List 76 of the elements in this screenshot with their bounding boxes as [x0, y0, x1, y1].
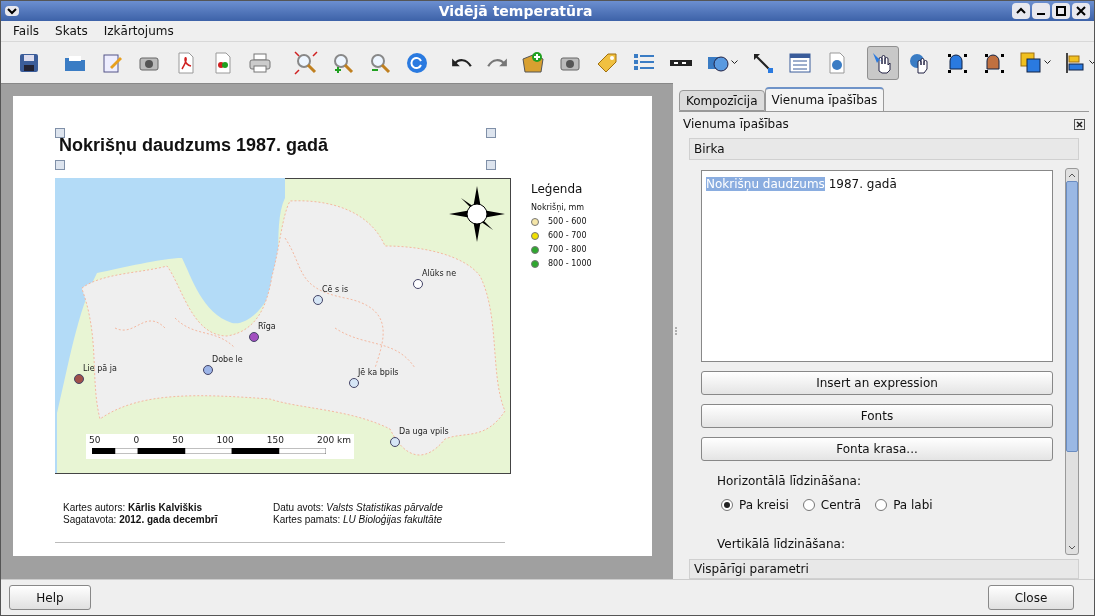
panel-button[interactable]: Insert an expression [701, 371, 1053, 395]
tag-icon [595, 50, 619, 75]
window-shade-icon[interactable] [1012, 3, 1030, 19]
raise-layers-icon [1019, 50, 1043, 75]
compass-rose-icon [449, 186, 505, 242]
radio-option[interactable]: Pa labi [875, 496, 933, 514]
credit-text: Datu avots: Valsts Statistikas pārvalde [273, 502, 444, 514]
window-title: Vidējā temperatūra [437, 1, 594, 21]
city-label: Dobe le [212, 356, 243, 364]
radio-button[interactable] [721, 499, 733, 511]
selection-handle[interactable] [55, 160, 65, 170]
city-label: Jē ka bpils [358, 369, 399, 377]
legend-label: 800 - 1000 [548, 257, 592, 270]
panel-tab[interactable]: Vienuma īpašības [764, 87, 885, 111]
close-icon[interactable] [1074, 118, 1085, 130]
credit-text: Kartes autors: Kārlis Kalviškis [63, 502, 203, 514]
city-label: Lie pā ja [83, 365, 117, 373]
table-icon [788, 50, 812, 75]
panel-button[interactable]: Fonta krasa... [701, 437, 1053, 461]
scale-label: 100 [216, 434, 234, 446]
dropdown-caret-icon [1089, 60, 1094, 65]
printer-icon [248, 50, 272, 75]
selection-handle[interactable] [486, 128, 496, 138]
map-title: Nokrišņu daudzums 1987. gadā [59, 134, 329, 157]
scale-label: 200 km [316, 434, 351, 446]
legend-subtitle: Nokrišņi, mm [531, 202, 586, 214]
scale-label: 0 [133, 434, 140, 446]
radio-option[interactable]: Pa kreisi [721, 496, 789, 514]
menu-item[interactable]: Skats [55, 22, 88, 40]
scale-label: 50 [89, 434, 101, 446]
selection-handle[interactable] [486, 160, 496, 170]
scrollbar[interactable] [1065, 168, 1079, 555]
selection-handle[interactable] [55, 128, 65, 138]
radio-button[interactable] [875, 499, 888, 511]
help-button[interactable]: Help [9, 585, 91, 610]
scrollbar-thumb[interactable] [1066, 181, 1078, 452]
zoom-full-icon [294, 50, 318, 75]
menu-item[interactable]: Izkārtojums [103, 22, 174, 40]
scale-bar-icon [669, 58, 693, 67]
label-text-field[interactable]: Nokrišņu daudzums 1987. gadā [701, 170, 1053, 362]
city-label: Cē s is [322, 286, 349, 294]
dropdown-caret-icon [731, 60, 738, 65]
splitter-handle-icon[interactable] [675, 327, 677, 335]
panel-button[interactable]: Fonts [701, 404, 1053, 428]
radio-button[interactable] [802, 499, 815, 511]
dropdown-caret-icon [1044, 60, 1051, 65]
minimize-icon[interactable] [1032, 3, 1050, 19]
group-label: Vertikālā līdzināšana: [716, 536, 846, 553]
close-button[interactable]: Close [988, 585, 1074, 610]
credit-text: Kartes pamats: LU Bioloģijas fakultāte [273, 514, 443, 526]
maximize-icon[interactable] [1052, 3, 1070, 19]
window-menu-icon[interactable] [5, 6, 19, 16]
city-label: Alūks ne [422, 270, 457, 278]
section-header[interactable]: Birka [689, 138, 1079, 160]
legend-label: 500 - 600 [548, 215, 587, 228]
refresh-icon [405, 50, 429, 75]
group-label: Horizontālā līdzināšana: [716, 473, 862, 490]
legend-title: Leģenda [531, 181, 584, 198]
undo-arrow-icon [451, 56, 473, 69]
redo-arrow-icon [486, 56, 508, 69]
legend-label: 600 - 700 [548, 229, 587, 242]
scale-label: 50 [172, 434, 184, 446]
menu-item[interactable]: Fails [13, 22, 40, 40]
close-icon[interactable] [1072, 3, 1090, 19]
panel-tab[interactable]: Kompozīcija [679, 90, 765, 111]
city-label: Rīga [258, 323, 276, 331]
scale-label: 150 [266, 434, 284, 446]
panel-title: Vienuma īpašības [683, 116, 789, 133]
city-label: Da uga vpils [399, 428, 449, 436]
add-map-icon [521, 50, 545, 75]
section-header[interactable]: Vispārīgi parametri [689, 559, 1079, 579]
radio-option[interactable]: Centrā [802, 496, 862, 514]
credit-text: Sagatavota: 2012. gada decembrī [63, 514, 219, 526]
toolbar-button[interactable] [867, 45, 899, 80]
legend-label: 700 - 800 [548, 243, 587, 256]
scale-ruler-icon [92, 448, 326, 454]
